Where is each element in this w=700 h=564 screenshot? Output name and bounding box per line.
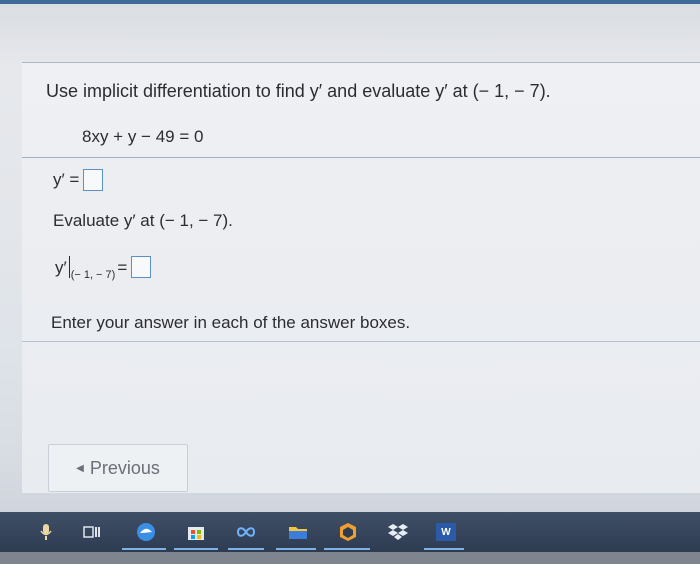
left-arrow-icon: ◀ — [76, 462, 84, 474]
derivative-answer-box[interactable] — [83, 169, 104, 191]
divider — [22, 157, 700, 158]
evaluate-text: Evaluate y′ at (− 1, − 7). — [53, 211, 233, 230]
active-indicator — [228, 548, 264, 550]
bottom-strip — [0, 552, 700, 564]
eval-point-subscript: (− 1, − 7) — [70, 269, 116, 281]
active-indicator — [276, 548, 316, 550]
evaluation-bar — [68, 256, 70, 278]
answer-label: y′ = — [53, 170, 80, 189]
task-view-icon[interactable] — [80, 520, 104, 544]
office-icon[interactable] — [336, 520, 360, 544]
active-indicator — [424, 548, 464, 550]
eval-equals: = — [117, 258, 128, 277]
store-icon[interactable] — [184, 520, 208, 544]
infinity-icon[interactable] — [234, 520, 258, 544]
divider — [22, 341, 700, 342]
word-icon[interactable]: W — [432, 520, 460, 544]
word-icon-label: W — [436, 523, 456, 541]
previous-button[interactable]: ◀ Previous — [48, 444, 188, 492]
previous-label: Previous — [89, 457, 160, 478]
question-text: Use implicit differentiation to find y′ … — [46, 81, 551, 101]
evaluated-answer-box[interactable] — [131, 256, 152, 278]
answer-row-evaluate: y′ (− 1, − 7) = — [55, 256, 152, 281]
active-indicator — [174, 548, 218, 550]
eval-label: y′ — [55, 258, 67, 277]
edge-browser-icon[interactable] — [134, 520, 158, 544]
active-indicator — [324, 548, 370, 550]
active-indicator — [122, 548, 166, 550]
file-explorer-icon[interactable] — [286, 520, 310, 544]
top-accent-bar — [0, 0, 700, 4]
answer-row-derivative: y′ = — [53, 169, 104, 191]
microphone-icon[interactable] — [34, 520, 58, 544]
equation: 8xy + y − 49 = 0 — [82, 127, 204, 146]
dropbox-icon[interactable] — [386, 520, 410, 544]
instruction-text: Enter your answer in each of the answer … — [51, 313, 411, 332]
